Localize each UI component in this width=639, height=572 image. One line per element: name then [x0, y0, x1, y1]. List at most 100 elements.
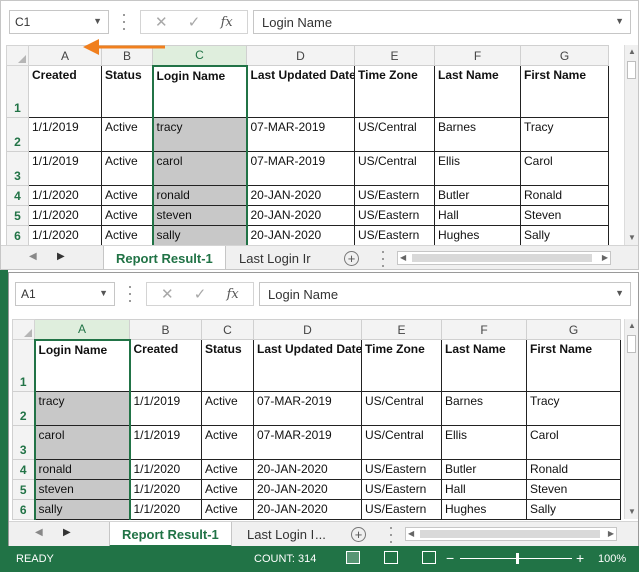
table-cell[interactable]: Tracy — [526, 391, 621, 426]
vertical-scrollbar[interactable]: ▲ ▼ — [624, 45, 638, 245]
table-cell[interactable]: Ellis — [434, 151, 521, 186]
scroll-right-icon[interactable]: ▶ — [608, 528, 614, 540]
table-cell[interactable]: Active — [201, 425, 254, 460]
fx-icon[interactable]: fx — [222, 287, 244, 302]
add-sheet-icon[interactable]: + — [351, 527, 366, 542]
row-header[interactable]: 2 — [6, 117, 29, 152]
tab-last-login[interactable]: Last Login Ir — [227, 246, 331, 269]
name-box[interactable]: C1 ▼ — [9, 10, 109, 34]
table-cell[interactable]: tracy — [33, 391, 131, 426]
table-cell[interactable]: 1/1/2019 — [28, 117, 102, 152]
table-cell[interactable]: Active — [101, 225, 153, 246]
table-cell[interactable]: Active — [101, 185, 153, 206]
table-cell[interactable]: Carol — [526, 425, 621, 460]
table-cell[interactable]: Hughes — [434, 225, 521, 246]
table-cell[interactable]: US/Central — [361, 425, 442, 460]
column-header[interactable]: D — [253, 319, 362, 340]
select-all-corner[interactable] — [6, 45, 29, 66]
table-cell[interactable]: tracy — [151, 117, 248, 152]
add-sheet-icon[interactable]: + — [344, 251, 359, 266]
table-cell[interactable]: Ronald — [526, 459, 621, 480]
table-cell[interactable]: 1/1/2020 — [28, 185, 102, 206]
table-cell[interactable]: 20-JAN-2020 — [246, 225, 355, 246]
table-cell[interactable]: Steven — [520, 205, 609, 226]
row-header[interactable]: 5 — [12, 479, 35, 500]
vertical-scrollbar[interactable]: ▲ ▼ — [624, 319, 638, 519]
more-tabs-button[interactable]: ... — [311, 522, 330, 547]
tab-prev-icon[interactable]: ◀ — [35, 527, 43, 538]
table-cell[interactable]: 20-JAN-2020 — [253, 479, 362, 500]
chevron-down-icon[interactable]: ▼ — [93, 16, 102, 26]
column-header[interactable]: B — [129, 319, 202, 340]
formula-input[interactable]: Login Name ▼ — [253, 10, 631, 34]
zoom-in-button[interactable]: + — [576, 550, 584, 566]
drag-handle-icon[interactable] — [382, 251, 386, 267]
table-cell[interactable]: US/Eastern — [361, 499, 442, 520]
table-cell[interactable]: 1/1/2020 — [28, 205, 102, 226]
normal-view-icon[interactable] — [346, 551, 360, 564]
table-cell[interactable]: Active — [201, 459, 254, 480]
table-cell[interactable]: 07-MAR-2019 — [253, 391, 362, 426]
close-icon[interactable]: ✕ — [150, 13, 172, 31]
chevron-down-icon[interactable]: ▼ — [99, 288, 108, 298]
scroll-thumb[interactable] — [627, 61, 636, 79]
row-header[interactable]: 3 — [6, 151, 29, 186]
drag-handle-icon[interactable] — [390, 527, 394, 543]
check-icon[interactable]: ✓ — [189, 285, 211, 303]
close-icon[interactable]: ✕ — [156, 285, 178, 303]
row-header[interactable]: 4 — [6, 185, 29, 206]
table-cell[interactable]: 1/1/2020 — [129, 479, 202, 500]
zoom-out-button[interactable]: − — [446, 550, 454, 566]
scroll-thumb[interactable] — [627, 335, 636, 353]
scroll-right-icon[interactable]: ▶ — [602, 252, 608, 264]
scroll-up-icon[interactable]: ▲ — [625, 45, 638, 59]
row-header[interactable]: 3 — [12, 425, 35, 460]
tab-next-icon[interactable]: ▶ — [57, 251, 65, 262]
table-cell[interactable]: US/Eastern — [354, 205, 435, 226]
column-header[interactable]: C — [201, 319, 254, 340]
table-header-cell[interactable]: First Name — [520, 65, 609, 118]
scroll-left-icon[interactable]: ◀ — [408, 528, 414, 540]
table-header-cell[interactable]: First Name — [526, 339, 621, 392]
table-cell[interactable]: 1/1/2020 — [129, 499, 202, 520]
table-cell[interactable]: 07-MAR-2019 — [246, 151, 355, 186]
tab-report-result-1[interactable]: Report Result-1 — [109, 522, 232, 547]
table-cell[interactable]: Steven — [526, 479, 621, 500]
table-header-cell[interactable]: Created — [129, 339, 202, 392]
table-cell[interactable]: US/Eastern — [361, 479, 442, 500]
chevron-down-icon[interactable]: ▼ — [615, 288, 624, 298]
table-header-cell[interactable]: Time Zone — [361, 339, 442, 392]
table-cell[interactable]: Carol — [520, 151, 609, 186]
table-header-cell[interactable]: Last Updated Date — [253, 339, 362, 392]
column-header-selected[interactable]: A — [34, 319, 130, 341]
table-cell[interactable]: carol — [151, 151, 248, 186]
table-cell[interactable]: 20-JAN-2020 — [246, 205, 355, 226]
table-cell[interactable]: Barnes — [441, 391, 527, 426]
row-header[interactable]: 5 — [6, 205, 29, 226]
horizontal-scrollbar[interactable]: ◀ ▶ — [397, 251, 611, 265]
select-all-corner[interactable] — [12, 319, 35, 340]
row-header[interactable]: 1 — [6, 65, 29, 118]
row-header[interactable]: 2 — [12, 391, 35, 426]
table-cell[interactable]: 07-MAR-2019 — [253, 425, 362, 460]
column-header[interactable]: E — [361, 319, 442, 340]
table-cell[interactable]: 1/1/2019 — [28, 151, 102, 186]
table-cell[interactable]: Active — [101, 205, 153, 226]
name-box[interactable]: A1 ▼ — [15, 282, 115, 306]
table-cell[interactable]: ronald — [151, 185, 248, 206]
table-header-cell[interactable]: Status — [201, 339, 254, 392]
table-cell[interactable]: US/Eastern — [354, 225, 435, 246]
table-cell[interactable]: US/Eastern — [354, 185, 435, 206]
column-header[interactable]: G — [520, 45, 609, 66]
table-cell[interactable]: sally — [151, 225, 248, 246]
scroll-down-icon[interactable]: ▼ — [625, 505, 638, 519]
table-cell[interactable]: 1/1/2020 — [129, 459, 202, 480]
scroll-up-icon[interactable]: ▲ — [625, 319, 638, 333]
row-header[interactable]: 1 — [12, 339, 35, 392]
table-cell[interactable]: Hall — [434, 205, 521, 226]
tab-report-result-1[interactable]: Report Result-1 — [103, 246, 226, 269]
check-icon[interactable]: ✓ — [183, 13, 205, 31]
tab-prev-icon[interactable]: ◀ — [29, 251, 37, 262]
drag-handle-icon[interactable] — [123, 14, 127, 30]
table-cell[interactable]: ronald — [33, 459, 131, 480]
